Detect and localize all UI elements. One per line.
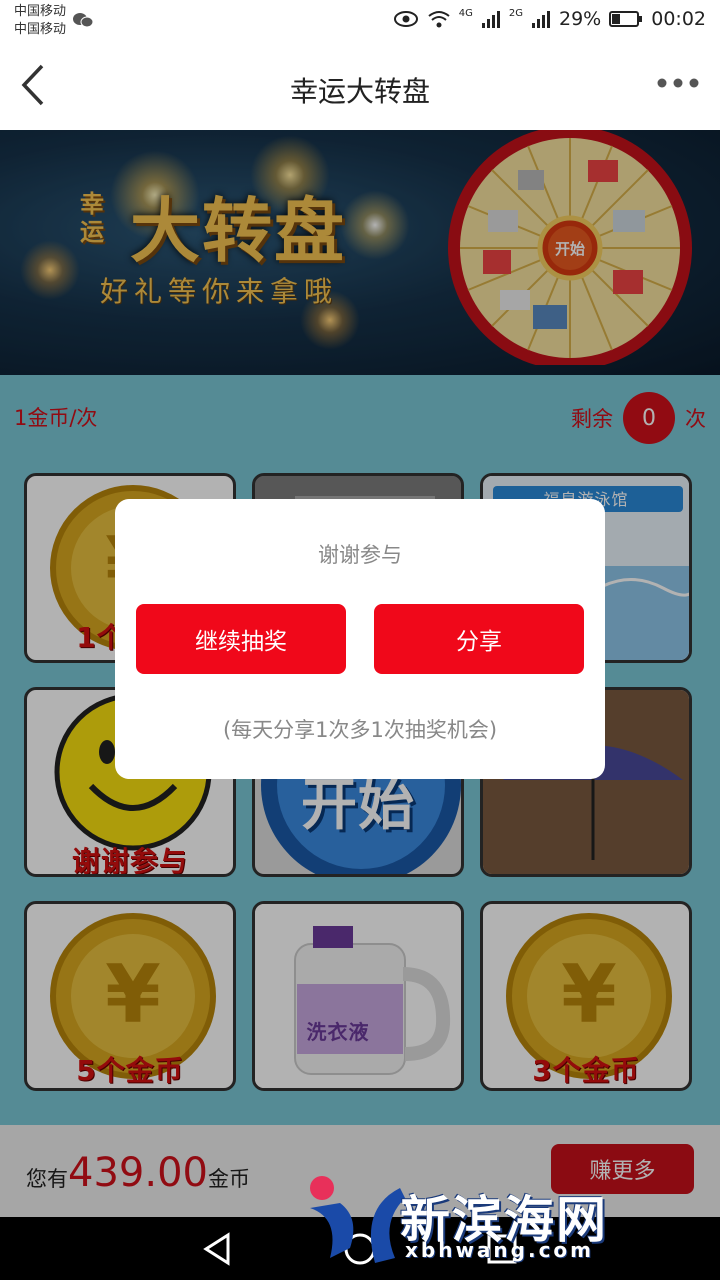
battery-percent: 29%	[559, 8, 602, 30]
status-icons: 4G 2G 29% 00:02	[393, 8, 706, 30]
watermark-url: xbhwang.com	[405, 1238, 595, 1262]
carrier-label-2: 中国移动	[14, 22, 67, 37]
result-dialog: 谢谢参与 继续抽奖 分享 (每天分享1次多1次抽奖机会)	[115, 499, 605, 779]
carrier-label-1: 中国移动	[14, 4, 67, 19]
share-hint: (每天分享1次多1次抽奖机会)	[222, 718, 498, 742]
signal-icon-2	[532, 11, 550, 28]
nav-back-icon[interactable]	[200, 1231, 236, 1267]
wifi-icon	[428, 11, 450, 28]
eye-icon	[393, 11, 418, 27]
continue-draw-button[interactable]: 继续抽奖	[136, 604, 346, 674]
page-title: 幸运大转盘	[289, 75, 430, 108]
nav-bar: 幸运大转盘	[0, 42, 720, 131]
status-bar: 中国移动 中国移动 4G 2G 29% 00:02	[0, 0, 720, 42]
signal-icon-1	[481, 11, 500, 28]
share-button[interactable]: 分享	[374, 604, 584, 674]
network-4g-label: 4G	[458, 8, 473, 19]
clock: 00:02	[651, 8, 706, 30]
more-options-icon[interactable]	[656, 76, 700, 90]
network-2g-label: 2G	[508, 8, 523, 19]
dialog-message: 谢谢参与	[318, 543, 402, 567]
battery-icon	[609, 11, 643, 27]
wechat-icon	[73, 13, 94, 28]
